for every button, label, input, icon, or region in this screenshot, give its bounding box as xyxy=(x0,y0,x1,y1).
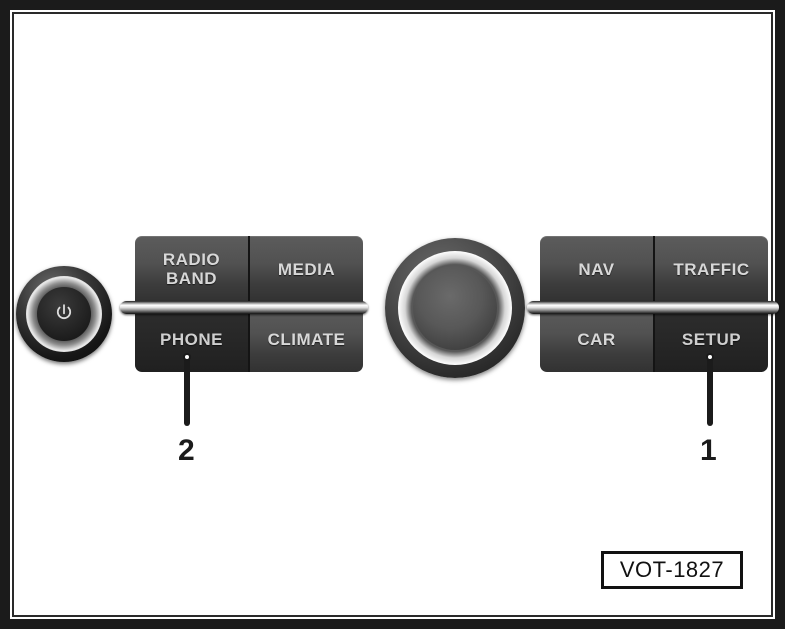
phone-button[interactable]: PHONE xyxy=(135,306,248,372)
rotary-knob-face xyxy=(413,266,497,350)
left-cluster-top-row: RADIO BAND MEDIA xyxy=(135,236,363,302)
setup-button-label: SETUP xyxy=(681,329,742,349)
figure-id-label: VOT-1827 xyxy=(619,557,725,582)
radio-band-button[interactable]: RADIO BAND xyxy=(135,236,248,302)
radio-band-button-label: RADIO BAND xyxy=(162,250,221,288)
climate-button[interactable]: CLIMATE xyxy=(248,306,363,372)
phone-button-label: PHONE xyxy=(160,329,223,349)
figure-id-box: VOT-1827 xyxy=(601,551,743,589)
callout-leader-line-1 xyxy=(706,353,714,426)
traffic-button-label: TRAFFIC xyxy=(673,259,750,279)
media-button-label: MEDIA xyxy=(277,259,336,279)
right-cluster-chrome-trim xyxy=(527,301,779,314)
left-cluster-chrome-trim xyxy=(120,301,368,314)
callout-leader-tip-2 xyxy=(183,353,191,361)
traffic-button[interactable]: TRAFFIC xyxy=(653,236,768,302)
nav-button[interactable]: NAV xyxy=(540,236,653,302)
power-volume-knob[interactable] xyxy=(16,266,112,362)
callout-number-2: 2 xyxy=(178,434,195,467)
left-cluster-bottom-row: PHONE CLIMATE xyxy=(135,306,363,372)
callout-leader-tip-1 xyxy=(706,353,714,361)
infotainment-panel-figure: RADIO BAND MEDIA PHONE CLIMATE NAV TRAFF… xyxy=(0,0,785,629)
car-button[interactable]: CAR xyxy=(540,306,653,372)
power-symbol-icon xyxy=(56,304,72,319)
nav-button-label: NAV xyxy=(578,259,615,279)
car-button-label: CAR xyxy=(577,329,616,349)
power-knob-face xyxy=(37,287,91,341)
callout-number-1: 1 xyxy=(700,434,717,467)
rotary-selector-knob[interactable] xyxy=(385,238,525,378)
right-cluster-top-row: NAV TRAFFIC xyxy=(540,236,768,302)
callout-leader-line-2 xyxy=(183,353,191,426)
media-button[interactable]: MEDIA xyxy=(248,236,363,302)
climate-button-label: CLIMATE xyxy=(267,329,346,349)
right-cluster-bottom-row: CAR SETUP xyxy=(540,306,768,372)
